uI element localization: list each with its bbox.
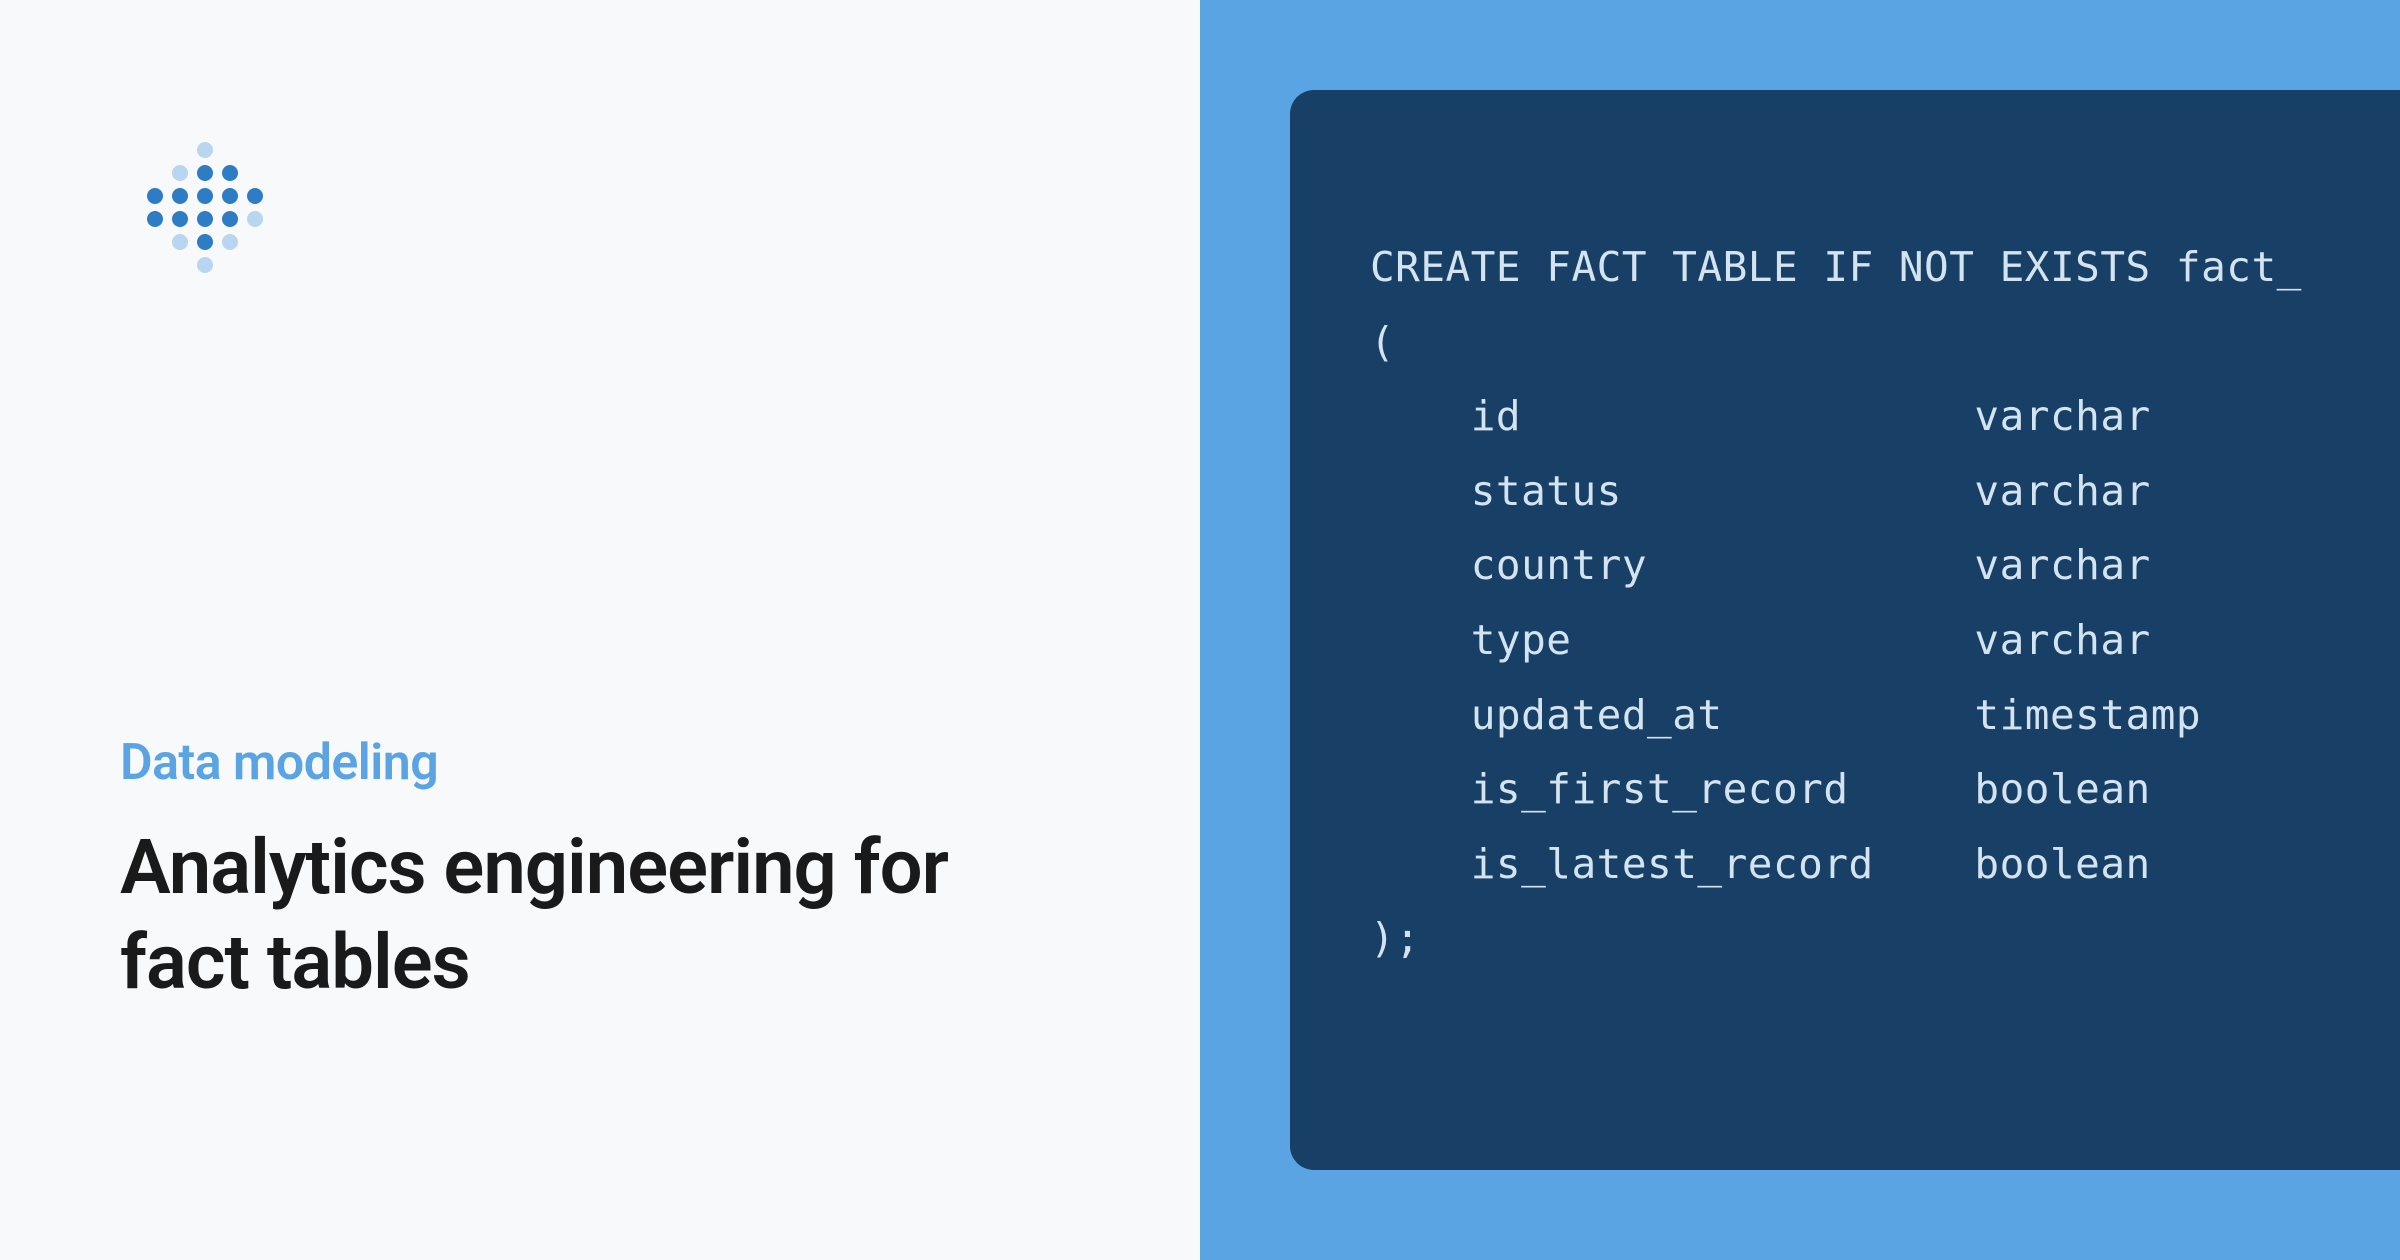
logo-icon [130,135,280,289]
category-label: Data modeling [120,734,1080,792]
left-panel: Data modeling Analytics engineering for … [0,0,1200,1260]
code-text: CREATE FACT TABLE IF NOT EXISTS fact_ ( … [1370,230,2400,976]
page-title: Analytics engineering for fact tables [120,820,1080,1010]
code-block: CREATE FACT TABLE IF NOT EXISTS fact_ ( … [1290,90,2400,1170]
right-panel: CREATE FACT TABLE IF NOT EXISTS fact_ ( … [1200,0,2400,1260]
